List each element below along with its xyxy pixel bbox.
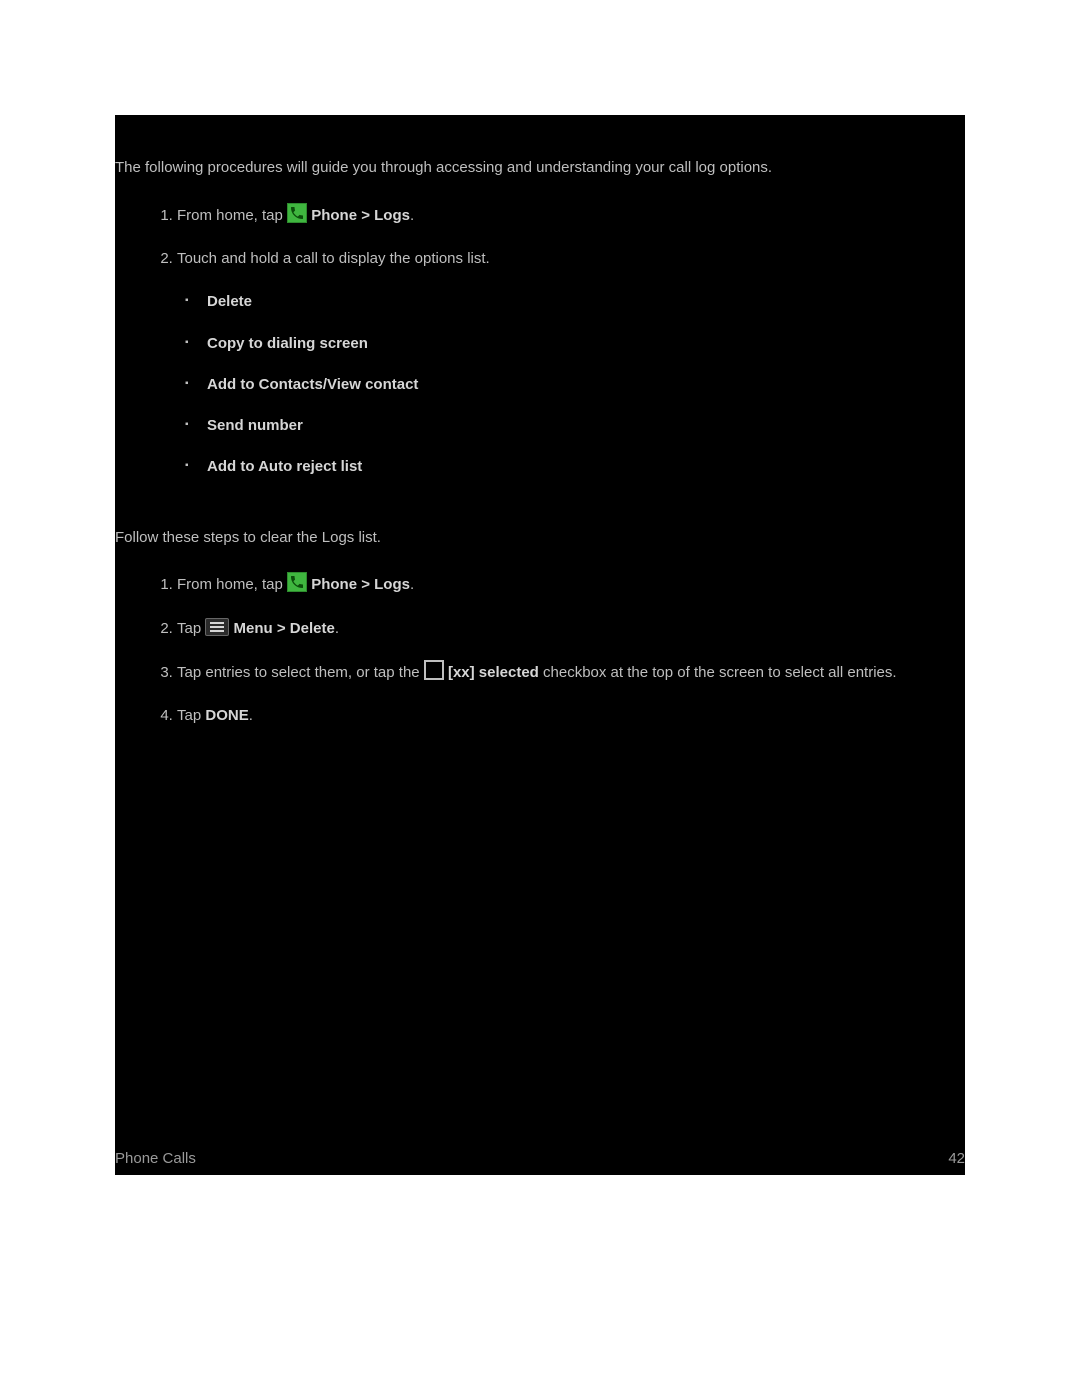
section-clear-logs: Follow these steps to clear the Logs lis… xyxy=(115,527,965,728)
intro-paragraph-2: Follow these steps to clear the Logs lis… xyxy=(115,527,965,549)
nav-path: Phone > Logs xyxy=(307,576,410,593)
footer-section-title: Phone Calls xyxy=(115,1150,196,1167)
selected-label: [xx] selected xyxy=(444,664,539,681)
option-delete: Delete xyxy=(207,290,965,313)
phone-icon xyxy=(287,203,307,223)
nav-path: Phone > Logs xyxy=(307,207,410,224)
step-text: From home, tap xyxy=(177,207,287,224)
period: . xyxy=(410,207,414,224)
footer-page-number: 42 xyxy=(948,1150,965,1167)
step-text: checkbox at the top of the screen to sel… xyxy=(539,664,897,681)
list-item: Tap Menu > Delete. xyxy=(177,617,965,640)
option-add-contacts: Add to Contacts/View contact xyxy=(207,373,965,396)
page-footer: Phone Calls 42 xyxy=(115,1150,965,1167)
procedure-list-2: From home, tap Phone > Logs. Tap Menu > … xyxy=(115,572,965,727)
step-text: Tap xyxy=(177,707,205,724)
checkbox-icon xyxy=(424,660,444,680)
option-send-number: Send number xyxy=(207,414,965,437)
document-body: The following procedures will guide you … xyxy=(115,115,965,1175)
list-item: From home, tap Phone > Logs. xyxy=(177,203,965,227)
option-copy-dialing: Copy to dialing screen xyxy=(207,332,965,355)
period: . xyxy=(335,620,339,637)
page: The following procedures will guide you … xyxy=(0,0,1080,1397)
nav-path: Menu > Delete xyxy=(229,620,334,637)
procedure-list-1: From home, tap Phone > Logs. Touch and h… xyxy=(115,203,965,479)
step-text: From home, tap xyxy=(177,576,287,593)
intro-paragraph: The following procedures will guide you … xyxy=(115,157,965,179)
options-sublist: Delete Copy to dialing screen Add to Con… xyxy=(177,290,965,478)
step-text: Tap xyxy=(177,620,205,637)
step-text: Tap entries to select them, or tap the xyxy=(177,664,424,681)
period: . xyxy=(249,707,253,724)
step-text: Touch and hold a call to display the opt… xyxy=(177,250,490,267)
list-item: Tap DONE. xyxy=(177,704,965,727)
option-auto-reject: Add to Auto reject list xyxy=(207,455,965,478)
list-item: Tap entries to select them, or tap the [… xyxy=(177,660,965,684)
done-label: DONE xyxy=(205,707,248,724)
period: . xyxy=(410,576,414,593)
list-item: From home, tap Phone > Logs. xyxy=(177,572,965,596)
phone-icon xyxy=(287,572,307,592)
menu-icon xyxy=(205,618,229,636)
list-item: Touch and hold a call to display the opt… xyxy=(177,247,965,479)
